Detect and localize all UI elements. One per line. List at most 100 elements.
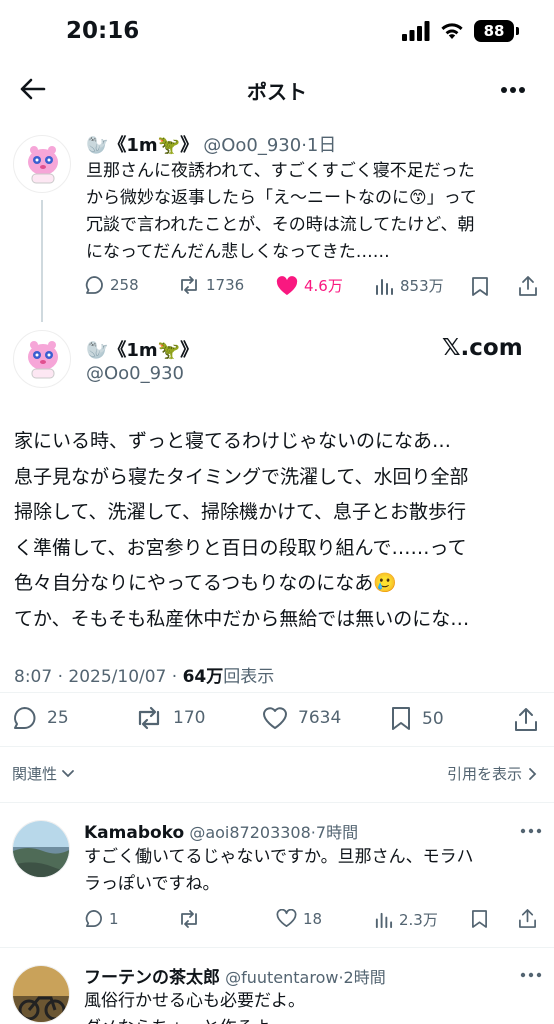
divider — [0, 947, 554, 948]
share-icon[interactable] — [514, 706, 538, 732]
text-line: 息子見ながら寝たタイミングで洗濯して、水回り全部 — [14, 465, 469, 488]
post-age: ·2時間 — [338, 968, 386, 987]
user-handle[interactable]: @Oo0_930 — [203, 135, 301, 156]
view-count: 2.3万 — [399, 911, 438, 929]
text-line: 掃除して、洗濯して、掃除機かけて、息子とお散歩行 — [14, 501, 467, 523]
display-name[interactable]: フーテンの茶太郎 — [84, 968, 220, 988]
view-count[interactable]: 64万 — [183, 667, 224, 687]
reply-text: すごく働いてるじゃないですか。旦那さん、モラハ ラっぽいですね。 — [84, 844, 544, 898]
quoted-text: 旦那さんに夜誘われて、すごくすごく寝不足だった から微妙な返事したら「え〜ニート… — [86, 158, 546, 266]
text-line: く準備して、お宮参りと百日の段取り組んで……って — [14, 536, 467, 559]
display-name[interactable]: Kamaboko — [84, 823, 184, 843]
share-icon[interactable] — [518, 275, 538, 297]
like-button[interactable]: 7634 — [262, 706, 341, 730]
reply-header: フーテンの茶太郎 @fuutentarow·2時間 — [84, 963, 386, 988]
avatar-landscape-image — [13, 821, 69, 877]
main-post-text: 家にいる時、ずっと寝てるわけじゃないのになあ… 息子見ながら寝たタイミングで洗濯… — [14, 424, 542, 637]
repost-icon — [138, 706, 160, 730]
more-options-icon[interactable] — [500, 86, 526, 94]
post-age: ·7時間 — [310, 823, 359, 842]
like-count: 7634 — [298, 708, 342, 728]
post-timestamp: 8:07 · 2025/10/07 · — [14, 667, 183, 687]
status-icons: 88 — [402, 20, 519, 42]
reply-icon — [85, 910, 102, 927]
reply-count: 258 — [110, 276, 139, 294]
bookmark-icon — [392, 707, 410, 730]
avatar[interactable] — [12, 965, 70, 1023]
view-label: 回表示 — [223, 667, 275, 687]
avatar-motorcycle-image — [13, 966, 69, 1022]
user-handle[interactable]: @aoi87203308 — [189, 823, 310, 842]
reply-button[interactable]: 25 — [12, 706, 69, 730]
avatar[interactable] — [13, 135, 71, 193]
views-button[interactable]: 2.3万 — [374, 909, 438, 930]
avatar-character-image — [28, 341, 58, 379]
like-button[interactable]: 4.6万 — [276, 275, 343, 296]
page-title: ポスト — [247, 80, 307, 104]
divider — [0, 692, 554, 693]
heart-icon — [263, 707, 287, 729]
sort-dropdown[interactable]: 関連性 — [12, 763, 75, 784]
sort-label: 関連性 — [12, 765, 58, 783]
reply-header: Kamaboko @aoi87203308·7時間 — [84, 819, 358, 843]
repost-button[interactable]: 1736 — [178, 275, 244, 295]
display-name[interactable]: 🦭《1m🦖》 — [86, 135, 198, 156]
text-line: ダメならちょっと作るよ — [84, 1015, 544, 1024]
bookmark-icon[interactable] — [471, 276, 489, 297]
chevron-right-icon — [529, 767, 537, 780]
reply-count: 1 — [109, 909, 119, 928]
repost-button[interactable] — [178, 909, 206, 929]
avatar[interactable] — [12, 820, 70, 878]
watermark-logo: 𝕏.com — [442, 335, 523, 361]
text-line: 旦那さんに夜誘われて、すごくすごく寝不足だった — [86, 161, 475, 181]
signal-icon — [402, 21, 430, 41]
status-time: 20:16 — [66, 18, 140, 44]
repost-icon — [181, 276, 197, 294]
more-options-icon[interactable] — [520, 828, 542, 834]
repost-button[interactable]: 170 — [135, 706, 205, 730]
view-quotes-link[interactable]: 引用を表示 — [447, 763, 538, 784]
reply-button[interactable]: 258 — [84, 275, 139, 295]
text-line: すごく働いてるじゃないですか。旦那さん、モラハ — [84, 847, 474, 867]
text-line: から微妙な返事したら「え〜ニートなのに😙」って — [86, 188, 477, 208]
like-count: 18 — [303, 909, 323, 928]
thread-line — [41, 200, 43, 322]
reply-count: 25 — [47, 708, 69, 728]
like-button[interactable]: 18 — [276, 909, 322, 928]
analytics-icon — [376, 278, 393, 295]
user-handle[interactable]: @fuutentarow — [225, 968, 338, 987]
share-icon[interactable] — [518, 908, 537, 929]
text-line: ラっぽいですね。 — [84, 874, 220, 894]
text-line: になってだんだん悲しくなってきた…… — [86, 242, 390, 262]
views-button[interactable]: 853万 — [374, 275, 444, 296]
avatar-character-image — [28, 146, 58, 184]
repost-count: 1736 — [206, 276, 245, 294]
heart-icon — [276, 909, 297, 927]
text-line: 冗談で言われたことが、その時は流してたけど、朝 — [86, 215, 475, 235]
text-line: てか、そもそも私産休中だから無給では無いのにな… — [14, 607, 470, 630]
more-options-icon[interactable] — [520, 972, 542, 978]
bookmark-count: 50 — [422, 708, 444, 729]
display-name[interactable]: 🦭《1m🦖》 — [86, 336, 198, 362]
battery-indicator: 88 — [474, 20, 519, 42]
avatar[interactable] — [13, 330, 71, 388]
chevron-down-icon — [62, 769, 74, 777]
reply-icon — [14, 707, 36, 729]
analytics-icon — [375, 912, 393, 929]
view-count: 853万 — [400, 277, 444, 295]
heart-filled-icon — [276, 275, 298, 295]
reply-button[interactable]: 1 — [84, 909, 119, 928]
repost-icon — [181, 910, 197, 928]
post-age: ·1日 — [301, 135, 337, 156]
like-count: 4.6万 — [304, 277, 343, 295]
repost-count: 170 — [173, 708, 206, 728]
divider — [0, 802, 554, 803]
quotes-label: 引用を表示 — [446, 765, 522, 783]
wifi-icon — [441, 23, 463, 39]
bookmark-button[interactable]: 50 — [390, 706, 444, 731]
post-meta: 8:07 · 2025/10/07 · 64万回表示 — [14, 662, 274, 687]
user-handle[interactable]: @Oo0_930 — [86, 363, 184, 384]
bookmark-icon[interactable] — [471, 909, 488, 929]
reply-icon — [85, 276, 103, 294]
quoted-header: 🦭《1m🦖》 @Oo0_930·1日 — [86, 131, 336, 157]
